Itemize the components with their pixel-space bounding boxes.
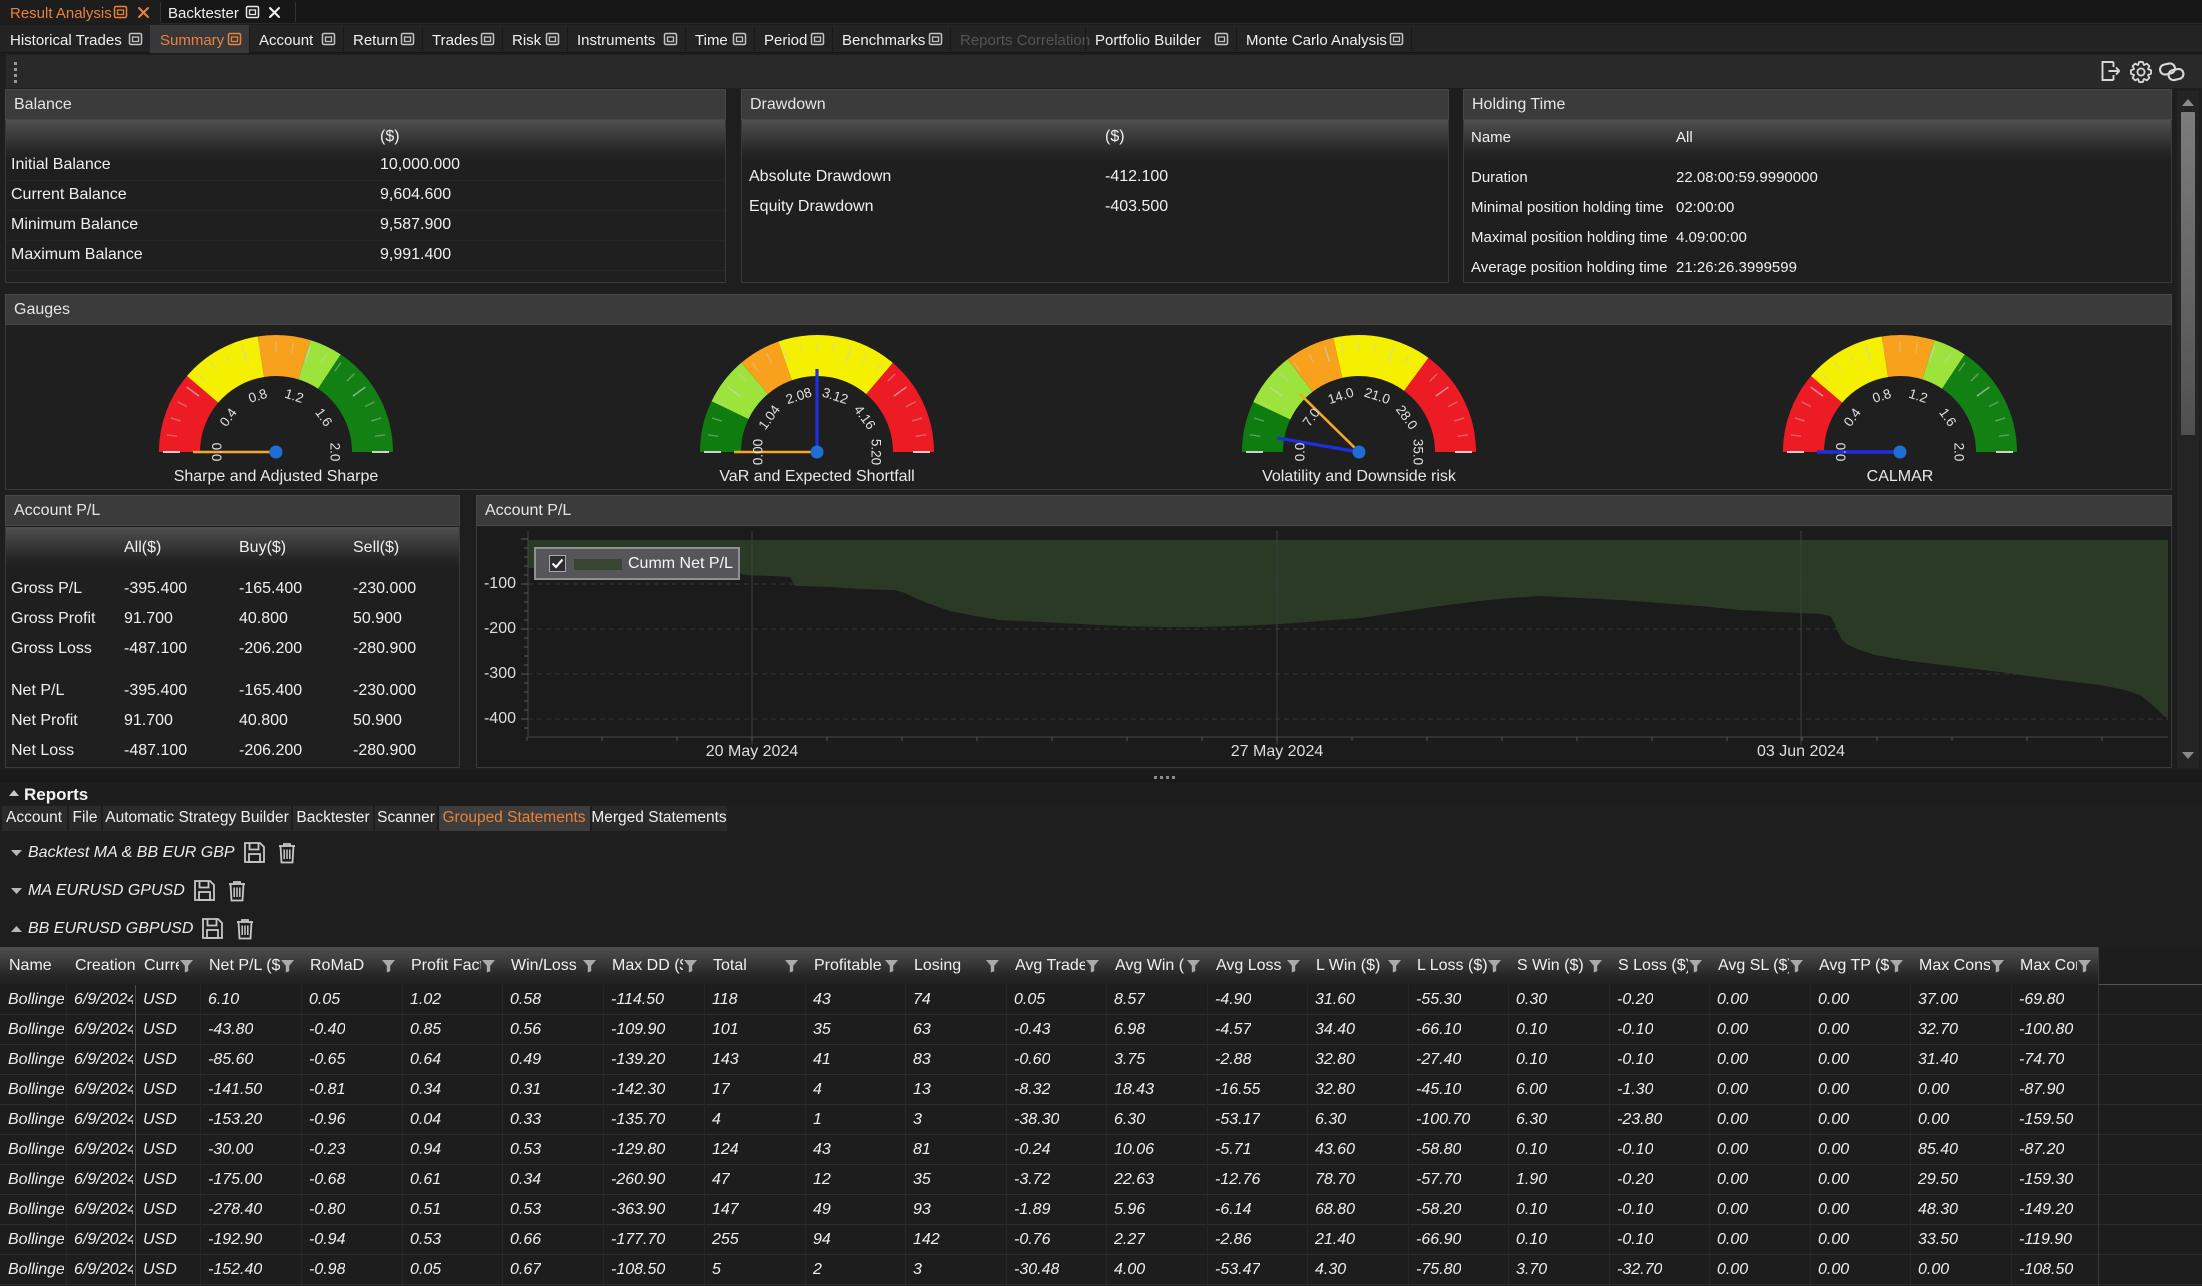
svg-text:3.12: 3.12 <box>820 385 850 407</box>
svg-text:1.6: 1.6 <box>1936 405 1959 429</box>
svg-text:1.6: 1.6 <box>312 405 335 429</box>
svg-text:35.0: 35.0 <box>1411 439 1426 465</box>
svg-text:0.4: 0.4 <box>217 405 240 429</box>
svg-text:28.0: 28.0 <box>1393 402 1421 432</box>
svg-text:2.08: 2.08 <box>784 385 814 407</box>
svg-text:0.8: 0.8 <box>247 386 269 406</box>
svg-text:21.0: 21.0 <box>1362 385 1392 407</box>
svg-text:2.0: 2.0 <box>1952 443 1967 462</box>
svg-text:1.04: 1.04 <box>755 402 783 432</box>
svg-text:0.0: 0.0 <box>1834 443 1849 462</box>
svg-text:5.20: 5.20 <box>869 439 884 465</box>
svg-text:0.0: 0.0 <box>210 443 225 462</box>
svg-text:1.2: 1.2 <box>1907 386 1929 406</box>
svg-text:7.0: 7.0 <box>1300 405 1323 429</box>
svg-text:0.0: 0.0 <box>1293 443 1308 462</box>
svg-text:4.16: 4.16 <box>851 402 879 432</box>
svg-text:14.0: 14.0 <box>1326 385 1356 407</box>
svg-text:1.2: 1.2 <box>283 386 305 406</box>
svg-text:0.00: 0.00 <box>751 439 766 465</box>
svg-text:0.8: 0.8 <box>1871 386 1893 406</box>
svg-text:2.0: 2.0 <box>328 443 343 462</box>
svg-text:0.4: 0.4 <box>1841 405 1864 429</box>
